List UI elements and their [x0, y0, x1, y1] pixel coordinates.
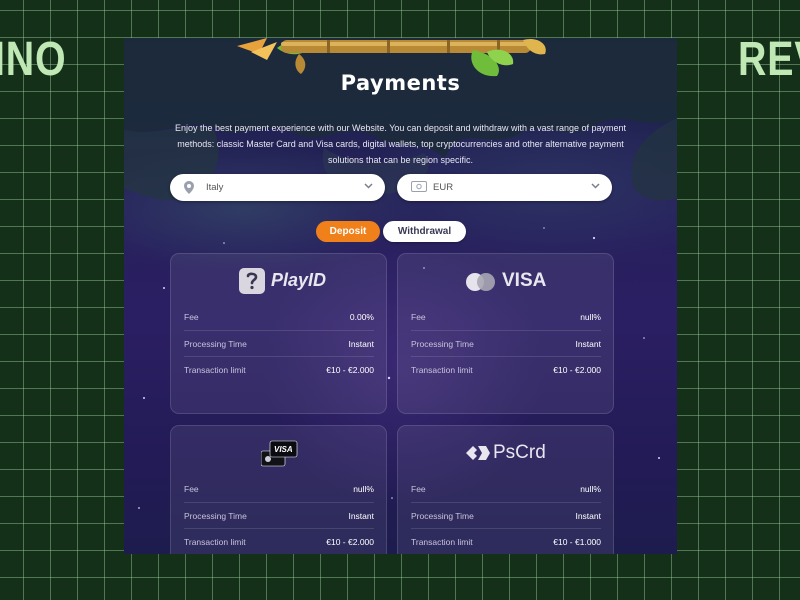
transaction-limit-row: Transaction limit €10 - €2.000 [184, 356, 374, 383]
processing-time-row: Processing Time Instant [411, 330, 601, 357]
fee-label: Fee [411, 312, 426, 322]
banknote-icon [411, 181, 427, 192]
processing-time-label: Processing Time [184, 339, 247, 349]
playid-logo: PlayID [171, 266, 386, 296]
payment-method-name: PlayID [271, 270, 327, 290]
transaction-limit-label: Transaction limit [411, 365, 473, 375]
fee-value: null% [353, 484, 374, 494]
processing-time-value: Instant [348, 511, 374, 521]
processing-time-value: Instant [575, 339, 601, 349]
processing-time-row: Processing Time Instant [411, 502, 601, 529]
payments-panel: Payments Enjoy the best payment experien… [124, 38, 677, 554]
payment-method-name: VISA [502, 270, 547, 291]
background-word-right: REV [738, 33, 800, 86]
transaction-limit-value: €10 - €2.000 [553, 365, 601, 375]
mastercard-visa-logo: VISA [398, 266, 613, 296]
pscrd-logo: PsCrd [398, 438, 613, 468]
card-stack-logo: VISA [171, 438, 386, 468]
location-pin-icon [184, 181, 194, 194]
fee-label: Fee [184, 312, 199, 322]
fee-row: Fee 0.00% [184, 304, 374, 330]
processing-time-value: Instant [575, 511, 601, 521]
currency-select-value: EUR [433, 182, 454, 193]
processing-time-row: Processing Time Instant [184, 330, 374, 357]
fee-value: null% [580, 484, 601, 494]
transaction-limit-value: €10 - €2.000 [326, 365, 374, 375]
chevron-down-icon [364, 183, 373, 189]
fee-value: 0.00% [349, 312, 374, 322]
transaction-limit-label: Transaction limit [184, 537, 246, 547]
mastercard-visa-logo-icon [466, 273, 495, 291]
page-description: Enjoy the best payment experience with o… [174, 123, 627, 165]
payment-method-name: PsCrd [493, 442, 546, 463]
processing-time-label: Processing Time [411, 339, 474, 349]
background-word-left: INO [0, 33, 67, 86]
fee-row: Fee null% [184, 476, 374, 502]
fee-value: null% [580, 312, 601, 322]
fee-row: Fee null% [411, 476, 601, 502]
country-select-value: Italy [206, 182, 224, 193]
payment-method-name: VISA [274, 445, 293, 454]
processing-time-label: Processing Time [411, 511, 474, 521]
processing-time-label: Processing Time [184, 511, 247, 521]
transaction-limit-value: €10 - €1.000 [553, 537, 601, 547]
pscrd-logo-icon [466, 446, 490, 460]
chevron-down-icon [591, 183, 600, 189]
payment-method-card-visa-cards[interactable]: VISA Fee null% Processing Time Instant T… [170, 425, 387, 554]
payment-method-card-pscrd[interactable]: PsCrd Fee null% Processing Time Instant … [397, 425, 614, 554]
page-title: Payments [340, 71, 461, 95]
transaction-limit-label: Transaction limit [184, 365, 246, 375]
currency-select[interactable]: EUR [397, 174, 612, 201]
transaction-limit-label: Transaction limit [411, 537, 473, 547]
fee-label: Fee [184, 484, 199, 494]
playid-logo-icon [239, 268, 265, 294]
tab-withdrawal[interactable]: Withdrawal [383, 221, 466, 242]
tab-deposit[interactable]: Deposit [316, 221, 380, 242]
transaction-limit-row: Transaction limit €10 - €2.000 [184, 528, 374, 554]
fee-row: Fee null% [411, 304, 601, 330]
transaction-limit-value: €10 - €2.000 [326, 537, 374, 547]
processing-time-row: Processing Time Instant [184, 502, 374, 529]
fee-label: Fee [411, 484, 426, 494]
transaction-limit-row: Transaction limit €10 - €1.000 [411, 528, 601, 554]
payment-method-card-visa[interactable]: VISA Fee null% Processing Time Instant T… [397, 253, 614, 414]
processing-time-value: Instant [348, 339, 374, 349]
country-select[interactable]: Italy [170, 174, 385, 201]
transaction-limit-row: Transaction limit €10 - €2.000 [411, 356, 601, 383]
payment-method-card-playid[interactable]: PlayID Fee 0.00% Processing Time Instant… [170, 253, 387, 414]
